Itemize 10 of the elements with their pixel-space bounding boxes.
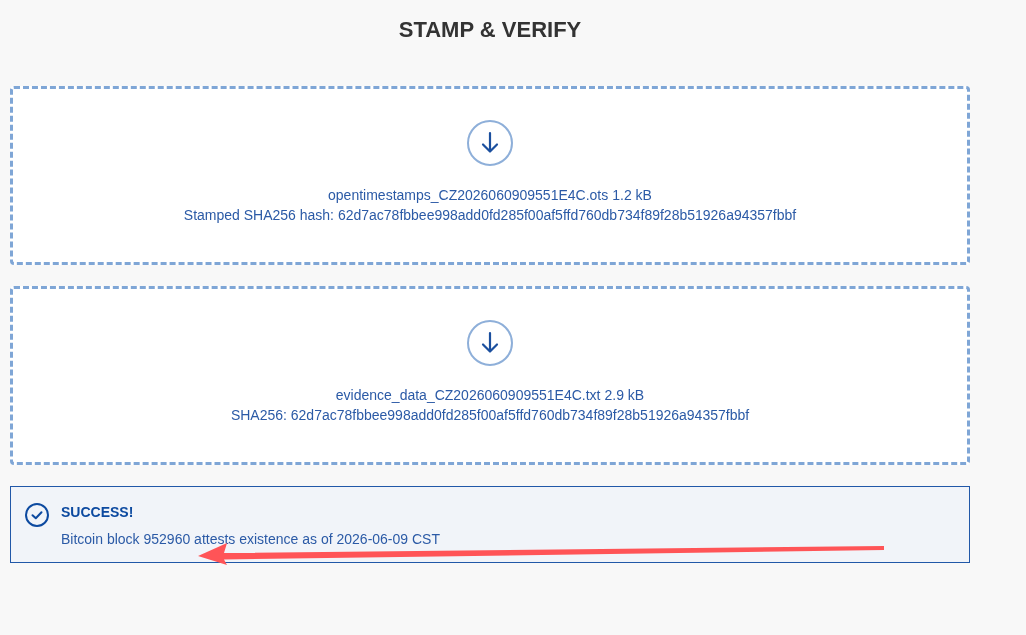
file-size: 2.9 kB bbox=[604, 386, 645, 405]
alert-message: Bitcoin block 952960 attests existence as of 2026-06-09 CST bbox=[61, 530, 440, 549]
hash-text: SHA256: 62d7ac78fbbee998add0fd285f00af5ffd760db734f89f28b51926a94357fbbf bbox=[230, 406, 750, 425]
file-name: evidence_data_CZ2026060909551E4C.txt bbox=[335, 386, 601, 405]
page-title: STAMP & VERIFY bbox=[397, 17, 583, 43]
alert-title: SUCCESS! bbox=[61, 503, 135, 522]
file-size: 1.2 kB bbox=[612, 186, 652, 205]
file-name: opentimestamps_CZ2026060909551E4C.ots bbox=[328, 186, 609, 205]
check-circle-icon bbox=[25, 503, 49, 527]
hash-text: Stamped SHA256 hash: 62d7ac78fbbee998add0fd285f00af5ffd760db734f89f28b51926a94357fbbf bbox=[183, 206, 797, 225]
